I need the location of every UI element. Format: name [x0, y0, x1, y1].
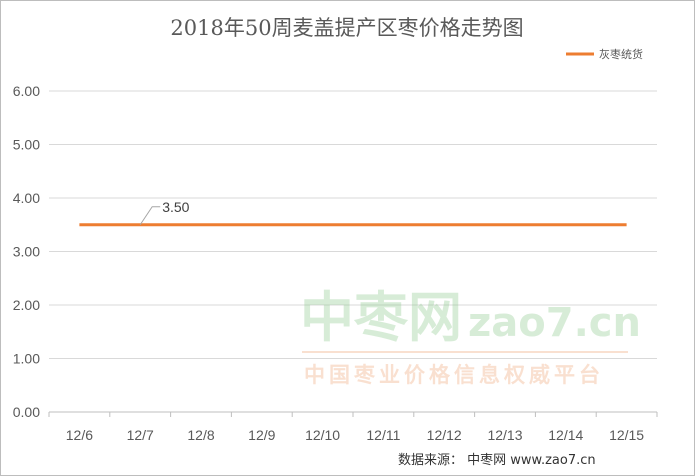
x-tick-label: 12/8	[187, 427, 214, 443]
chart-title: 2018年50周麦盖提产区枣价格走势图	[170, 16, 523, 40]
line-chart: 2018年50周麦盖提产区枣价格走势图 中枣网 zao7.cn 中国枣业价格信息…	[13, 16, 658, 468]
x-tick-label: 12/7	[127, 427, 154, 443]
x-tick-label: 12/9	[248, 427, 275, 443]
x-tick-label: 12/14	[548, 427, 583, 443]
data-label: 3.50	[162, 199, 189, 215]
watermark: 中枣网 zao7.cn 中国枣业价格信息权威平台	[300, 286, 641, 387]
data-label-leader	[139, 206, 161, 226]
watermark-slogan: 中国枣业价格信息权威平台	[304, 363, 604, 387]
x-tick-label: 12/10	[305, 427, 340, 443]
watermark-url: zao7.cn	[468, 300, 641, 346]
x-tick-label: 12/15	[609, 427, 644, 443]
x-tick-label: 12/6	[66, 427, 93, 443]
x-tick-label: 12/11	[366, 427, 400, 443]
x-axis-ticks: 12/6 12/7 12/8 12/9 12/10 12/11 12/12 12/13 12/1…	[48, 412, 658, 443]
y-tick-label: 4.00	[13, 190, 40, 206]
watermark-brand: 中枣网	[300, 286, 462, 349]
legend: 灰枣统货	[566, 47, 643, 61]
x-tick-label: 12/13	[487, 427, 522, 443]
x-tick-label: 12/12	[427, 427, 462, 443]
y-tick-label: 1.00	[13, 351, 40, 367]
y-tick-label: 2.00	[13, 297, 40, 313]
y-tick-label: 0.00	[13, 404, 40, 420]
y-tick-label: 5.00	[13, 137, 40, 153]
source-credit: 数据来源： 中枣网 www.zao7.cn	[398, 453, 596, 468]
y-tick-label: 3.00	[13, 244, 40, 260]
y-axis-ticks: 0.00 1.00 2.00 3.00 4.00 5.00 6.00	[13, 83, 40, 420]
legend-label: 灰枣统货	[599, 47, 643, 61]
y-tick-label: 6.00	[13, 83, 40, 99]
data-labels: 3.50	[139, 199, 190, 226]
